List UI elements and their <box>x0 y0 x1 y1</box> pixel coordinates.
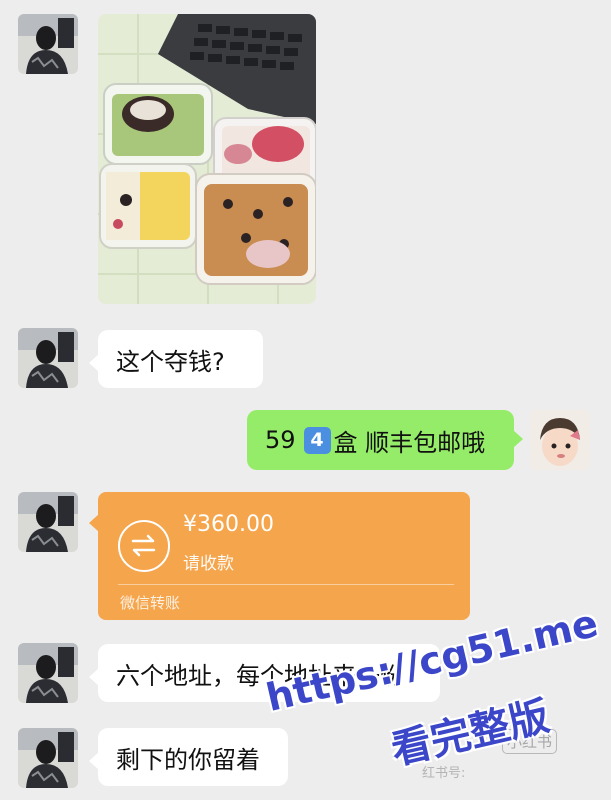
dessert-photo <box>98 14 316 304</box>
transfer-footer: 微信转账 <box>120 594 181 612</box>
transfer-arrows-icon <box>118 520 170 572</box>
transfer-divider <box>118 584 454 585</box>
message-bubble-price-reply[interactable]: 59 4 盒 顺丰包邮哦 <box>247 410 523 470</box>
contact-avatar[interactable] <box>18 14 78 74</box>
message-bubble-keep[interactable]: 剩下的你留着 <box>89 728 288 786</box>
reply-text: 盒 顺丰包邮哦 <box>333 428 486 457</box>
contact-avatar[interactable] <box>18 328 78 388</box>
price-text: 59 <box>265 426 296 454</box>
transfer-status: 请收款 <box>183 554 234 574</box>
avatar-image <box>18 14 78 74</box>
wechat-transfer-card[interactable]: ¥360.00 请收款 微信转账 <box>89 492 470 620</box>
avatar-image <box>18 328 78 388</box>
message-bubble-question[interactable]: 这个夺钱? <box>89 330 263 388</box>
message-text: 这个夺钱? <box>116 347 225 376</box>
avatar-image <box>18 492 78 552</box>
avatar-image <box>530 410 590 470</box>
avatar-image <box>18 728 78 788</box>
message-text: 剩下的你留着 <box>116 745 260 774</box>
dessert-photo-message[interactable] <box>98 14 316 304</box>
transfer-amount: ¥360.00 <box>183 512 274 537</box>
self-avatar[interactable] <box>530 410 590 470</box>
contact-avatar[interactable] <box>18 728 78 788</box>
contact-avatar[interactable] <box>18 492 78 552</box>
avatar-image <box>18 643 78 703</box>
keycap-number-icon: 4 <box>303 426 331 454</box>
contact-avatar[interactable] <box>18 643 78 703</box>
